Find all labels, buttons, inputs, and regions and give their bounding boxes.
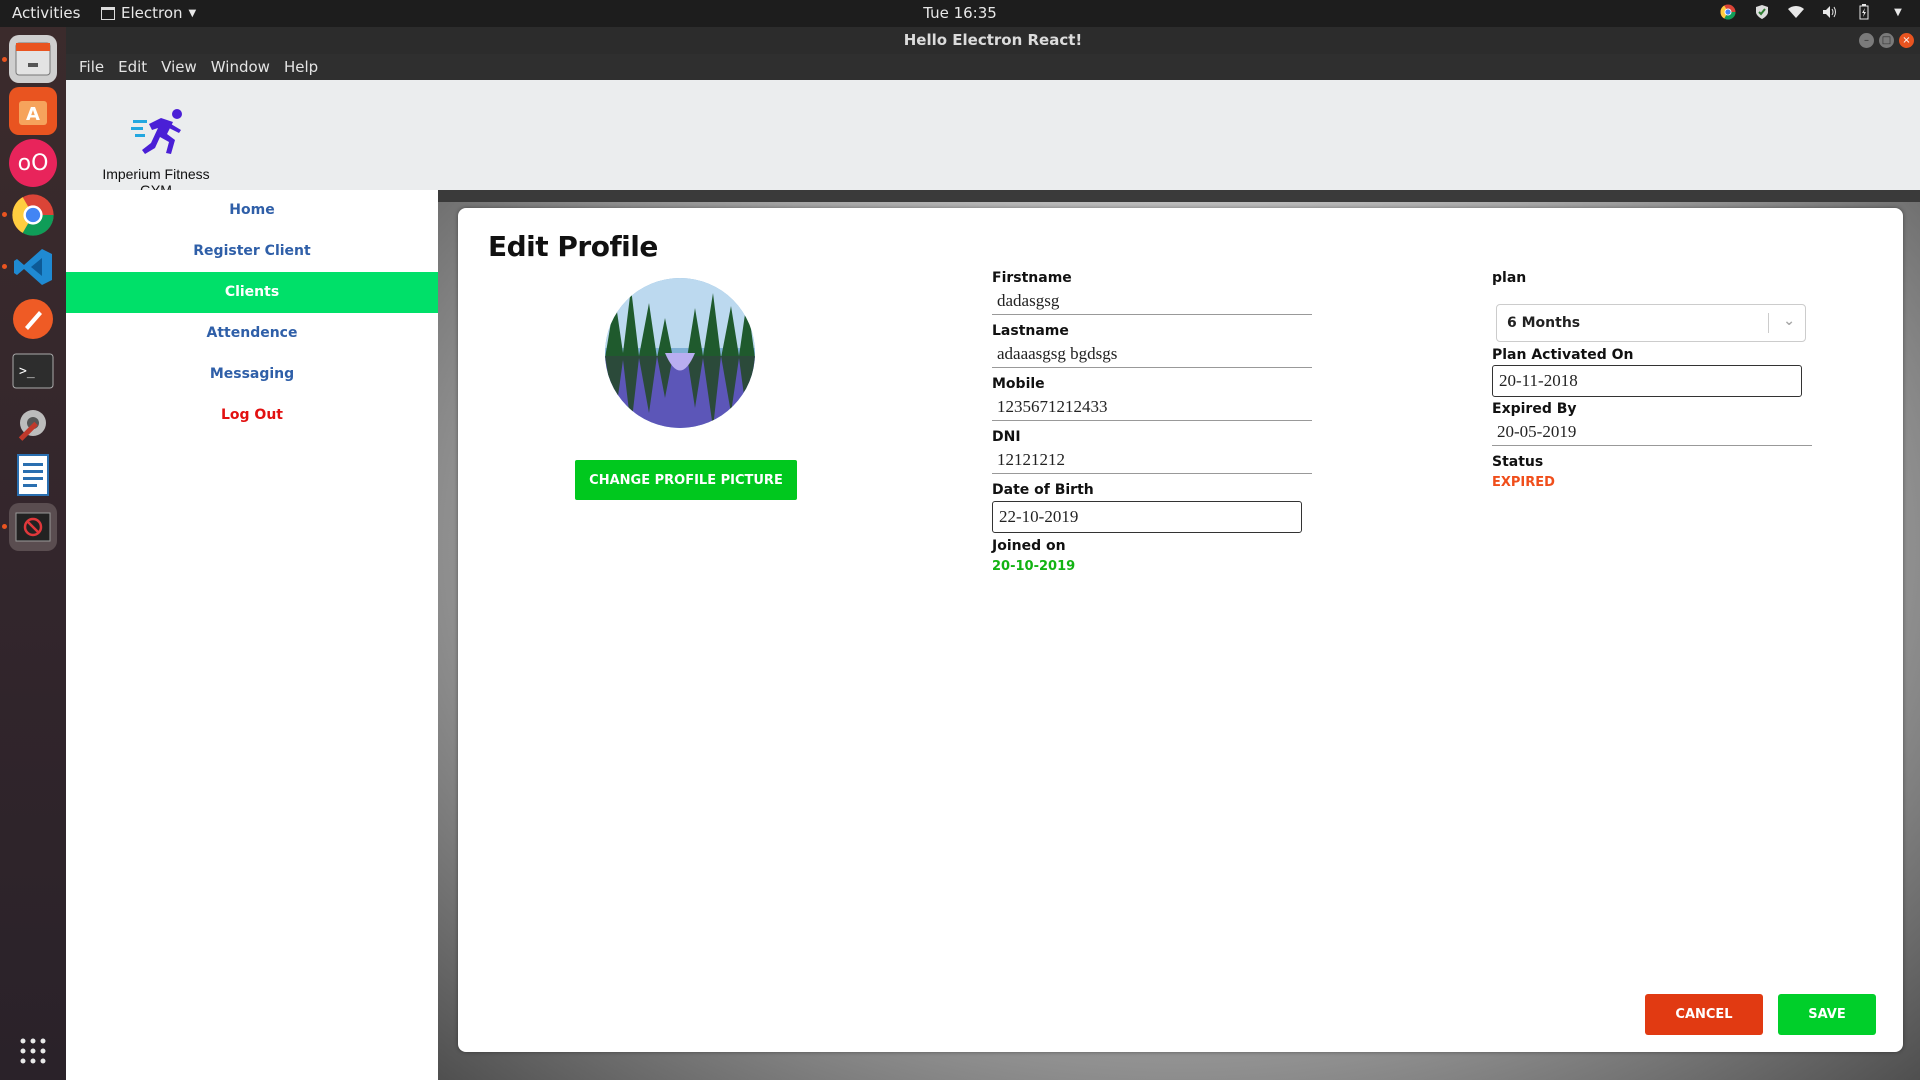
mobile-input[interactable] xyxy=(992,394,1312,420)
shield-icon[interactable] xyxy=(1754,4,1770,20)
volume-icon[interactable] xyxy=(1822,4,1838,20)
menu-view[interactable]: View xyxy=(154,54,204,80)
menu-window[interactable]: Window xyxy=(204,54,277,80)
date-of-birth-label: Date of Birth xyxy=(992,482,1094,498)
settings-tools-icon[interactable] xyxy=(9,399,57,447)
status-label: Status xyxy=(1492,454,1544,470)
expired-by-label: Expired By xyxy=(1492,401,1577,417)
dock: A oO >_ xyxy=(0,27,66,1080)
terminal-icon[interactable]: >_ xyxy=(9,347,57,395)
software-center-icon[interactable]: A xyxy=(9,87,57,135)
nav-messaging[interactable]: Messaging xyxy=(66,354,438,395)
maximize-button[interactable]: □ xyxy=(1879,33,1894,48)
wifi-icon[interactable] xyxy=(1788,4,1804,20)
running-indicator xyxy=(2,524,7,529)
dni-input[interactable] xyxy=(992,447,1312,473)
background-image xyxy=(438,190,1920,202)
divider xyxy=(1492,445,1812,446)
divider xyxy=(992,420,1312,421)
plan-activated-label: Plan Activated On xyxy=(1492,347,1634,363)
window-controls: – □ × xyxy=(1859,33,1914,48)
running-indicator xyxy=(2,212,7,217)
profile-picture xyxy=(605,278,755,428)
battery-icon[interactable] xyxy=(1856,4,1872,20)
app-header: Imperium Fitness GYM xyxy=(66,80,1920,198)
caret-down-icon[interactable]: ▼ xyxy=(1890,4,1906,20)
runner-logo-icon xyxy=(131,109,182,154)
select-separator xyxy=(1768,313,1769,333)
divider xyxy=(992,367,1312,368)
save-button[interactable]: SAVE xyxy=(1778,994,1876,1035)
edit-profile-card: Edit Profile CHANGE PROFILE PICTURE Firs… xyxy=(458,208,1903,1052)
chrome-tray-icon[interactable] xyxy=(1720,4,1736,20)
menu-bar: File Edit View Window Help xyxy=(66,54,1920,80)
lastname-label: Lastname xyxy=(992,323,1069,339)
menu-file[interactable]: File xyxy=(72,54,111,80)
firstname-label: Firstname xyxy=(992,270,1072,286)
plan-select[interactable]: 6 Months ⌄ xyxy=(1496,304,1806,342)
file-cabinet-icon[interactable] xyxy=(9,35,57,83)
firstname-input[interactable] xyxy=(992,288,1312,314)
close-button[interactable]: × xyxy=(1899,33,1914,48)
daemon-icon[interactable]: oO xyxy=(9,139,57,187)
system-tray: ▼ xyxy=(1720,4,1906,20)
menu-help[interactable]: Help xyxy=(277,54,325,80)
mobile-label: Mobile xyxy=(992,376,1045,392)
svg-text:A: A xyxy=(26,104,40,125)
plan-selected-value: 6 Months xyxy=(1507,315,1581,331)
app-root: Imperium Fitness GYM Home Register Clien… xyxy=(66,80,1920,1080)
cancel-button[interactable]: CANCEL xyxy=(1645,994,1763,1035)
app-grid-icon[interactable] xyxy=(9,1027,57,1075)
nav-home[interactable]: Home xyxy=(66,190,438,231)
divider xyxy=(992,473,1312,474)
running-indicator xyxy=(2,264,7,269)
nav-logout[interactable]: Log Out xyxy=(66,395,438,436)
plan-label: plan xyxy=(1492,270,1527,286)
plan-activated-input[interactable] xyxy=(1492,365,1802,397)
status-badge: EXPIRED xyxy=(1492,475,1555,490)
menu-edit[interactable]: Edit xyxy=(111,54,154,80)
nav-register-client[interactable]: Register Client xyxy=(66,231,438,272)
sidebar: Home Register Client Clients Attendence … xyxy=(66,190,438,1080)
joined-on-label: Joined on xyxy=(992,538,1066,554)
divider xyxy=(992,314,1312,315)
chrome-icon[interactable] xyxy=(9,191,57,239)
window-title-bar[interactable]: Hello Electron React! – □ × xyxy=(66,27,1920,54)
lastname-input[interactable] xyxy=(992,341,1312,367)
window-title: Hello Electron React! xyxy=(903,31,1083,49)
writer-document-icon[interactable] xyxy=(9,451,57,499)
nav-attendence[interactable]: Attendence xyxy=(66,313,438,354)
blocked-app-icon[interactable] xyxy=(9,503,57,551)
vscode-icon[interactable] xyxy=(9,243,57,291)
joined-on-value: 20-10-2019 xyxy=(992,559,1076,574)
chevron-down-icon: ⌄ xyxy=(1783,313,1795,329)
expired-by-input[interactable] xyxy=(1492,419,1812,445)
postman-icon[interactable] xyxy=(9,295,57,343)
minimize-button[interactable]: – xyxy=(1859,33,1874,48)
nav-clients[interactable]: Clients xyxy=(66,272,438,313)
content-area: Edit Profile CHANGE PROFILE PICTURE Firs… xyxy=(438,190,1920,1080)
system-top-bar: Activities Electron ▼ Tue 16:35 ▼ xyxy=(0,0,1920,27)
clock[interactable]: Tue 16:35 xyxy=(0,4,1920,22)
change-profile-picture-button[interactable]: CHANGE PROFILE PICTURE xyxy=(575,460,797,500)
svg-text:>_: >_ xyxy=(19,364,35,379)
date-of-birth-input[interactable] xyxy=(992,501,1302,533)
running-indicator xyxy=(2,57,7,62)
page-title: Edit Profile xyxy=(488,230,658,263)
dni-label: DNI xyxy=(992,429,1021,445)
